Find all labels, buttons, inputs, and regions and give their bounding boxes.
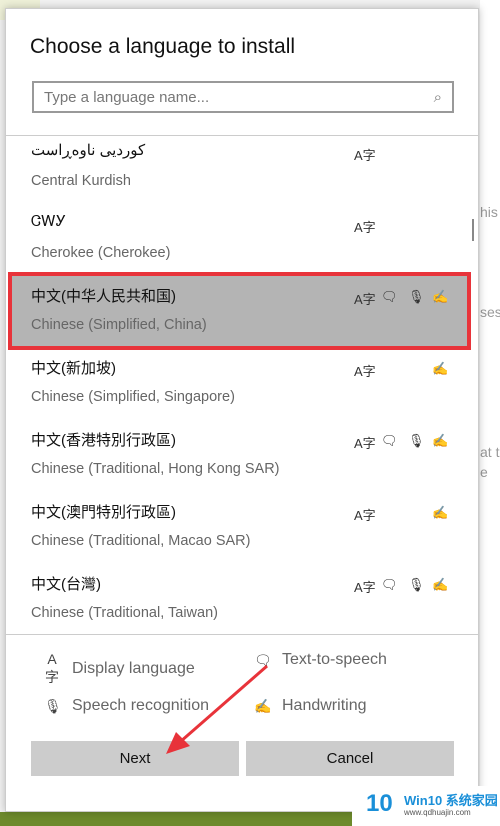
microphone-icon: 🎙 xyxy=(408,289,425,304)
display-language-icon: A字 xyxy=(354,220,376,235)
language-english-name: Chinese (Simplified, China) xyxy=(31,317,207,333)
language-item[interactable]: 中文(中华人民共和国) Chinese (Simplified, China) A字… xyxy=(8,272,471,350)
text-to-speech-icon: 🗨 xyxy=(381,577,398,592)
language-english-name: Chinese (Traditional, Hong Kong SAR) xyxy=(31,461,280,477)
scrollbar[interactable] xyxy=(472,219,474,241)
legend-label: Handwriting xyxy=(282,697,367,714)
handwriting-icon: ✍ xyxy=(432,577,449,592)
background-text: ses xyxy=(480,304,500,320)
text-to-speech-icon: 🗨 xyxy=(381,433,398,448)
display-language-icon: A字 xyxy=(354,508,376,523)
search-placeholder: Type a language name... xyxy=(44,88,210,106)
feature-icons: A字 ✍ xyxy=(354,361,454,381)
handwriting-icon: ✍ xyxy=(432,361,449,376)
background-text: his xyxy=(480,204,498,220)
next-button[interactable]: Next xyxy=(31,741,239,776)
language-native-name: 中文(中华人民共和国) xyxy=(31,288,176,305)
language-native-name: 中文(澳門特別行政區) xyxy=(31,504,176,521)
legend-display-language: A字 Display language xyxy=(44,651,195,687)
language-native-name: كوردیی ناوەڕاست xyxy=(31,142,146,159)
display-language-icon: A字 xyxy=(354,580,376,595)
watermark-title: Win10 系统家园 xyxy=(404,793,498,808)
language-item[interactable]: ᏣᎳᎩ Cherokee (Cherokee) A字 xyxy=(6,203,468,275)
feature-icons: A字 🗨 🎙 ✍ xyxy=(354,289,454,309)
language-dialog: Choose a language to install Type a lang… xyxy=(5,8,479,812)
feature-icons: A字 ✍ xyxy=(354,505,454,525)
microphone-icon: 🎙 xyxy=(44,697,62,714)
display-language-icon: A字 xyxy=(354,364,376,379)
dialog-title: Choose a language to install xyxy=(30,35,296,58)
legend-speech-recognition: 🎙 Speech recognition xyxy=(44,697,209,715)
feature-icons: A字 🗨 🎙 ✍ xyxy=(354,577,454,597)
language-native-name: ᏣᎳᎩ xyxy=(31,213,67,230)
display-language-icon: A字 xyxy=(354,148,376,163)
feature-icons: A字 🗨 🎙 ✍ xyxy=(354,433,454,453)
handwriting-icon: ✍ xyxy=(432,289,449,304)
language-search-input[interactable]: Type a language name... ⌕ xyxy=(32,81,454,113)
language-english-name: Cherokee (Cherokee) xyxy=(31,245,171,261)
legend-label: Display language xyxy=(72,660,195,677)
microphone-icon: 🎙 xyxy=(408,577,425,592)
handwriting-icon: ✍ xyxy=(432,505,449,520)
display-language-icon: A字 xyxy=(354,292,376,307)
cancel-button[interactable]: Cancel xyxy=(246,741,454,776)
language-english-name: Central Kurdish xyxy=(31,173,131,189)
language-item[interactable]: كوردیی ناوەڕاست Central Kurdish A字 xyxy=(6,136,468,203)
legend-text-to-speech: 🗨 Text-to-speech xyxy=(254,651,387,669)
language-item[interactable]: 中文(台灣) Chinese (Traditional, Taiwan) A字 🗨 🎙 ✍ xyxy=(6,563,468,634)
handwriting-icon: ✍ xyxy=(432,433,449,448)
language-native-name: 中文(台灣) xyxy=(31,576,101,593)
search-icon[interactable]: ⌕ xyxy=(434,89,442,106)
watermark-logo: 10 xyxy=(366,790,393,817)
language-item[interactable]: 中文(新加坡) Chinese (Simplified, Singapore) A字… xyxy=(6,347,468,419)
text-to-speech-icon: 🗨 xyxy=(381,289,398,304)
watermark: 10 Win10 系统家园 www.qdhuajin.com xyxy=(352,786,500,826)
language-english-name: Chinese (Traditional, Taiwan) xyxy=(31,605,218,621)
legend-label: Text-to-speech xyxy=(282,651,387,668)
language-english-name: Chinese (Simplified, Singapore) xyxy=(31,389,235,405)
handwriting-icon: ✍ xyxy=(254,697,272,714)
legend-handwriting: ✍ Handwriting xyxy=(254,697,366,715)
language-english-name: Chinese (Traditional, Macao SAR) xyxy=(31,533,251,549)
feature-icons: A字 xyxy=(354,217,454,237)
background-text: e xyxy=(480,464,488,480)
feature-icons: A字 xyxy=(354,145,454,165)
language-native-name: 中文(新加坡) xyxy=(31,360,116,377)
legend-label: Speech recognition xyxy=(72,697,209,714)
background-window: his ses at t e xyxy=(480,0,500,826)
microphone-icon: 🎙 xyxy=(408,433,425,448)
language-item[interactable]: 中文(澳門特別行政區) Chinese (Traditional, Macao S… xyxy=(6,491,468,563)
language-native-name: 中文(香港特別行政區) xyxy=(31,432,176,449)
language-item[interactable]: 中文(香港特別行政區) Chinese (Traditional, Hong Ko… xyxy=(6,419,468,491)
language-list[interactable]: كوردیی ناوەڕاست Central Kurdish A字 ᏣᎳᎩ Chero… xyxy=(6,135,478,635)
display-language-icon: A字 xyxy=(45,651,59,685)
text-to-speech-icon: 🗨 xyxy=(254,651,272,668)
watermark-url: www.qdhuajin.com xyxy=(404,808,471,817)
background-text: at t xyxy=(480,444,500,460)
display-language-icon: A字 xyxy=(354,436,376,451)
